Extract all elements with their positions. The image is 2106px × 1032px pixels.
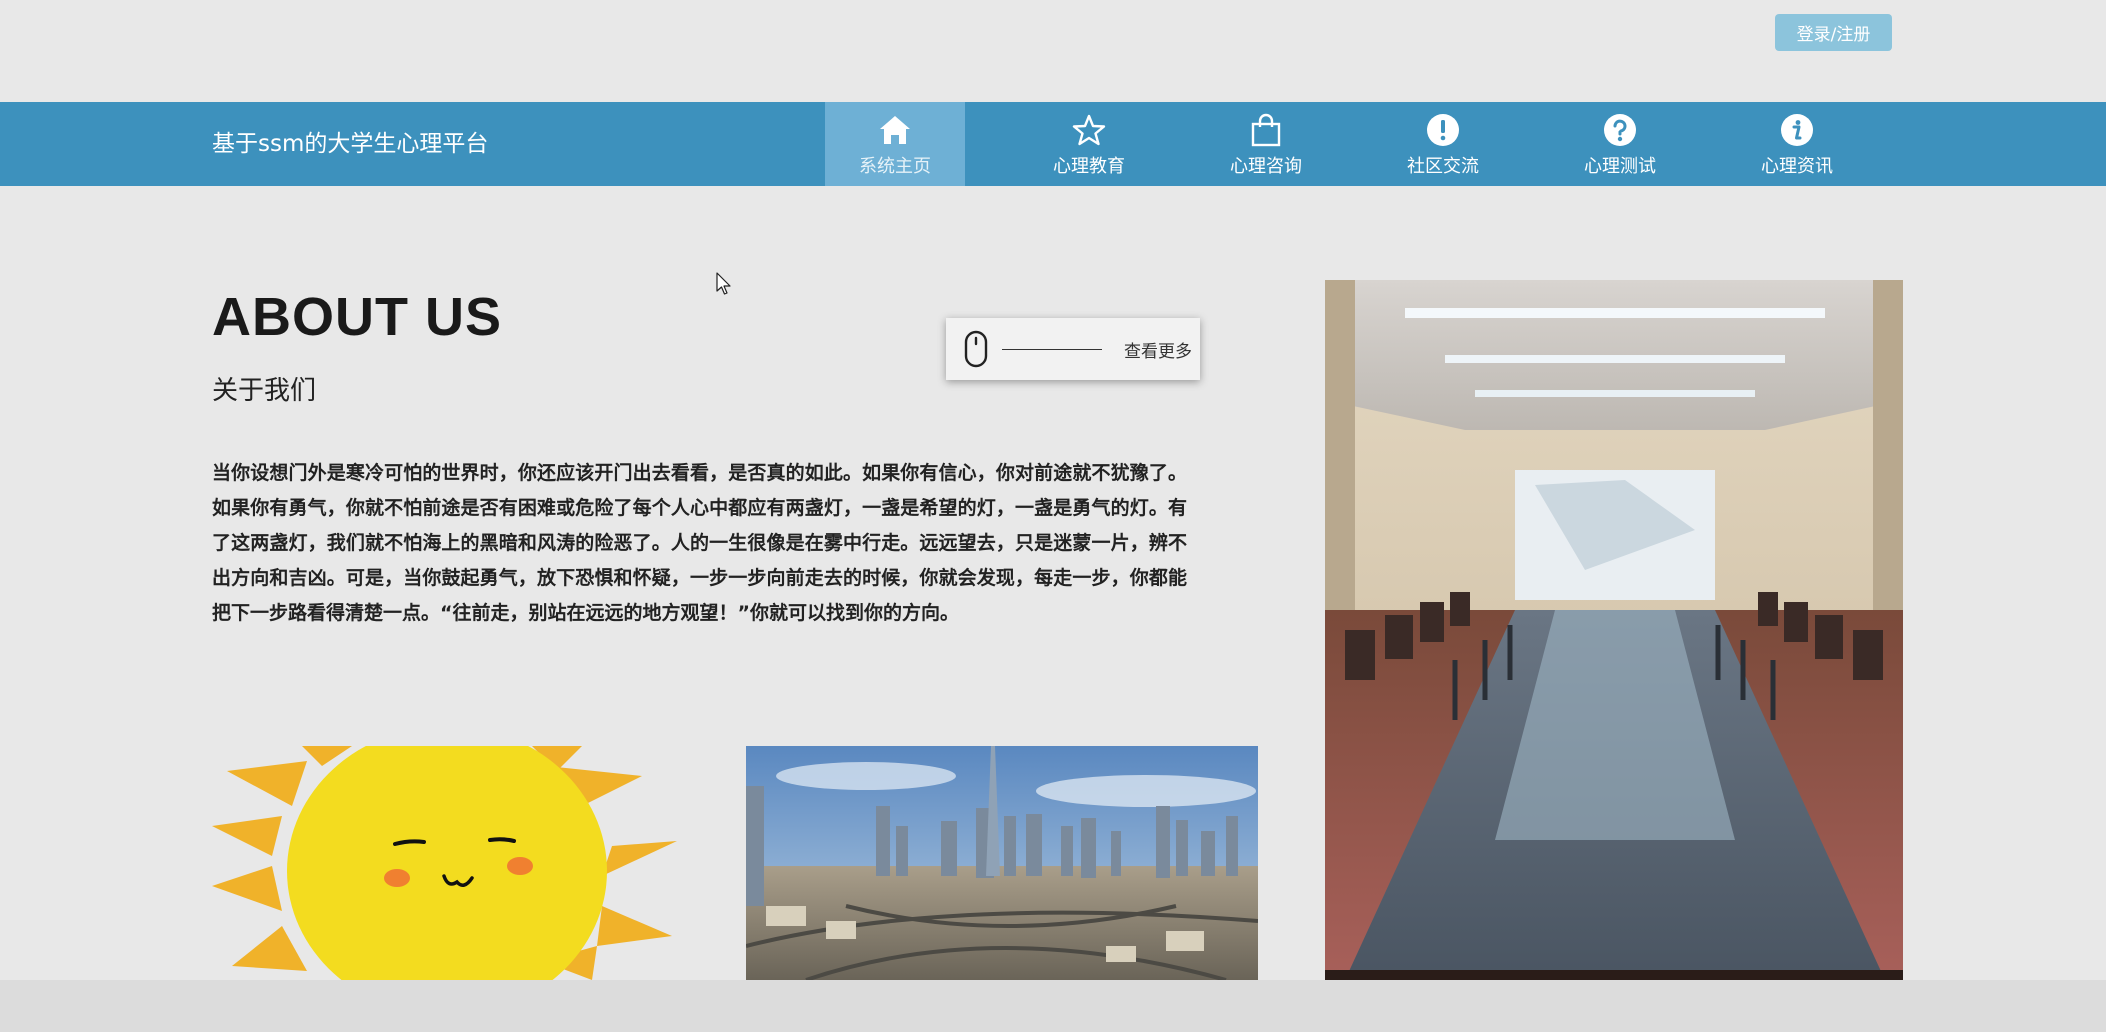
info-icon (1779, 112, 1815, 148)
mouse-pointer-icon (716, 272, 732, 296)
about-paragraph: 当你设想门外是寒冷可怕的世界时，你还应该开门出去看看，是否真的如此。如果你有信心… (212, 462, 1187, 624)
conference-room-image (1325, 280, 1903, 980)
about-title: ABOUT US (212, 287, 502, 347)
shopping-bag-icon (1248, 112, 1284, 148)
home-icon (877, 112, 913, 148)
nav-item-education[interactable]: 心理教育 (1019, 102, 1159, 186)
city-skyline-image (746, 746, 1258, 980)
nav-item-news[interactable]: 心理资讯 (1727, 102, 1867, 186)
site-brand[interactable]: 基于ssm的大学生心理平台 (212, 102, 488, 186)
sun-cartoon-image (212, 746, 682, 980)
mouse-icon (964, 330, 988, 368)
top-bar: 登录/注册 (0, 0, 2106, 102)
view-more-button[interactable]: 查看更多 (946, 318, 1200, 380)
star-icon (1071, 112, 1107, 148)
question-icon (1602, 112, 1638, 148)
login-register-button[interactable]: 登录/注册 (1775, 14, 1892, 51)
nav-item-label: 心理咨询 (1230, 156, 1302, 177)
nav-item-home[interactable]: 系统主页 (825, 102, 965, 186)
nav-item-label: 心理教育 (1053, 156, 1125, 177)
nav-item-label: 社区交流 (1407, 156, 1479, 177)
about-subtitle: 关于我们 (212, 376, 317, 406)
nav-item-label: 心理资讯 (1761, 156, 1833, 177)
nav-item-label: 心理测试 (1584, 156, 1656, 177)
nav-item-label: 系统主页 (859, 156, 931, 177)
nav-item-test[interactable]: 心理测试 (1550, 102, 1690, 186)
bottom-strip (0, 980, 2106, 1032)
view-more-label: 查看更多 (1124, 341, 1192, 362)
main-navbar: 基于ssm的大学生心理平台 系统主页 心理教育 心理咨询 社区交流 心理测试 心… (0, 102, 2106, 186)
nav-item-consulting[interactable]: 心理咨询 (1196, 102, 1336, 186)
divider-line (1002, 348, 1102, 350)
exclamation-icon (1425, 112, 1461, 148)
nav-item-community[interactable]: 社区交流 (1373, 102, 1513, 186)
